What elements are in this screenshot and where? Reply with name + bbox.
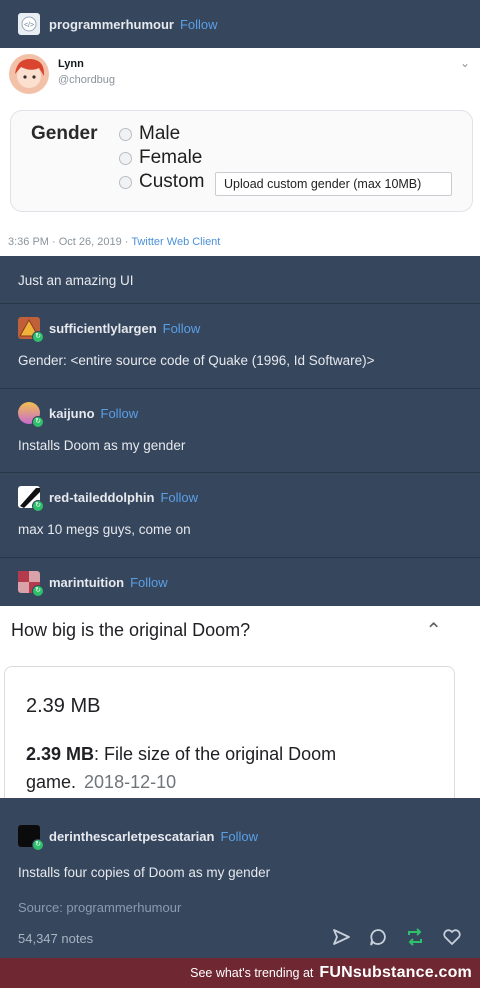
reblog-header: ↻ kaijuno Follow — [0, 389, 480, 437]
source-link[interactable]: Source: programmerhumour — [0, 900, 181, 915]
code-icon: </> — [21, 16, 37, 32]
avatar[interactable]: ↻ — [18, 825, 44, 851]
answer-box: 2.39 MB 2.39 MB: File size of the origin… — [4, 666, 455, 798]
reply-icon[interactable] — [368, 927, 388, 952]
reblog-body: Installs four copies of Doom as my gende… — [0, 864, 480, 886]
chevron-up-icon[interactable]: ⌃ — [425, 618, 442, 643]
reblog-icon: ↻ — [32, 839, 44, 851]
radio-option-custom[interactable]: Custom — [119, 171, 204, 193]
tweet-card: Lynn @chordbug ⌄ Gender Male Female Cust… — [0, 48, 480, 256]
tweet-meta: 3:36 PM · Oct 26, 2019 · Twitter Web Cli… — [8, 236, 220, 248]
upload-custom-gender-button[interactable]: Upload custom gender (max 10MB) — [215, 172, 452, 196]
tweet-timestamp: 3:36 PM · Oct 26, 2019 · — [8, 236, 132, 248]
answer-date: 2018-12-10 — [84, 772, 177, 792]
answer-description: 2.39 MB: File size of the original Doom … — [26, 740, 426, 796]
radio-option-female[interactable]: Female — [119, 147, 202, 169]
radio-option-male[interactable]: Male — [119, 123, 180, 145]
reblog-icon: ↻ — [32, 331, 44, 343]
follow-button[interactable]: Follow — [160, 490, 198, 505]
avatar[interactable]: ↻ — [18, 402, 44, 428]
blog-name[interactable]: sufficientlylargen — [49, 321, 157, 336]
blog-name[interactable]: red-taileddolphin — [49, 490, 154, 505]
search-answer-card: How big is the original Doom? ⌃ 2.39 MB … — [0, 606, 480, 798]
gender-form: Gender Male Female Custom Upload custom … — [10, 110, 473, 212]
notes-count[interactable]: 54,347 notes — [0, 931, 93, 946]
reblog-body: Gender: <entire source code of Quake (19… — [0, 352, 480, 382]
reblog-icon[interactable] — [405, 927, 425, 952]
post-caption: Just an amazing UI — [0, 256, 480, 304]
blog-name[interactable]: kaijuno — [49, 406, 95, 421]
blog-name[interactable]: derinthescarletpescatarian — [49, 829, 214, 844]
svg-text:</>: </> — [24, 22, 34, 29]
tweet-author-name: Lynn — [58, 58, 84, 70]
option-label: Custom — [139, 171, 205, 192]
reblog-text: Installs Doom as my gender — [18, 438, 186, 453]
avatar[interactable]: ↻ — [18, 317, 44, 343]
radio-button[interactable] — [119, 127, 132, 141]
reblog-icon: ↻ — [32, 585, 44, 597]
option-label: Female — [139, 147, 203, 168]
chevron-down-icon[interactable]: ⌄ — [460, 56, 470, 70]
reblog-icon: ↻ — [32, 416, 44, 428]
reblog-text: Installs four copies of Doom as my gende… — [18, 865, 271, 880]
follow-button[interactable]: Follow — [101, 406, 139, 421]
avatar[interactable]: </> — [18, 13, 40, 35]
radio-button[interactable] — [119, 175, 132, 189]
site-logo[interactable]: FUNsubstance.com — [319, 964, 472, 982]
blog-name[interactable]: marintuition — [49, 575, 124, 590]
follow-button[interactable]: Follow — [220, 829, 258, 844]
reblog-body: max 10 megs guys, come on — [0, 521, 480, 551]
site-banner: See what's trending at FUNsubstance.com — [0, 958, 480, 988]
answer-headline: 2.39 MB — [26, 695, 101, 717]
reblog-header: ↻ sufficientlylargen Follow — [0, 304, 480, 352]
avatar[interactable]: ↻ — [18, 571, 44, 597]
tweet-client-link[interactable]: Twitter Web Client — [131, 236, 220, 248]
radio-button[interactable] — [119, 151, 132, 165]
follow-button[interactable]: Follow — [130, 575, 168, 590]
post-header: </> programmerhumour Follow — [0, 0, 480, 48]
reblog-body: Installs Doom as my gender — [0, 437, 480, 467]
follow-button[interactable]: Follow — [163, 321, 201, 336]
follow-button[interactable]: Follow — [180, 17, 218, 32]
avatar — [9, 54, 49, 94]
reblog-icon: ↻ — [32, 500, 44, 512]
heart-icon[interactable] — [442, 927, 462, 952]
blog-name[interactable]: programmerhumour — [49, 17, 174, 32]
trending-text[interactable]: See what's trending at — [190, 966, 313, 980]
option-label: Male — [139, 123, 181, 144]
reblog-header: ↻ derinthescarletpescatarian Follow — [0, 812, 480, 860]
post-footer: 54,347 notes — [0, 925, 480, 953]
search-question[interactable]: How big is the original Doom? — [11, 620, 250, 641]
reblog-text: max 10 megs guys, come on — [18, 522, 191, 537]
caption-text: Just an amazing UI — [18, 272, 134, 288]
post-source: Source: programmerhumour — [0, 899, 480, 917]
answer-bold: 2.39 MB — [26, 744, 95, 764]
reblog-header: ↻ marintuition Follow — [0, 558, 480, 606]
post-actions — [314, 925, 462, 953]
share-icon[interactable] — [331, 927, 351, 952]
gender-label: Gender — [31, 123, 98, 144]
tweet-author-handle: @chordbug — [58, 74, 116, 86]
avatar[interactable]: ↻ — [18, 486, 44, 512]
reblog-header: ↻ red-taileddolphin Follow — [0, 473, 480, 521]
reblog-text: Gender: <entire source code of Quake (19… — [18, 353, 375, 368]
